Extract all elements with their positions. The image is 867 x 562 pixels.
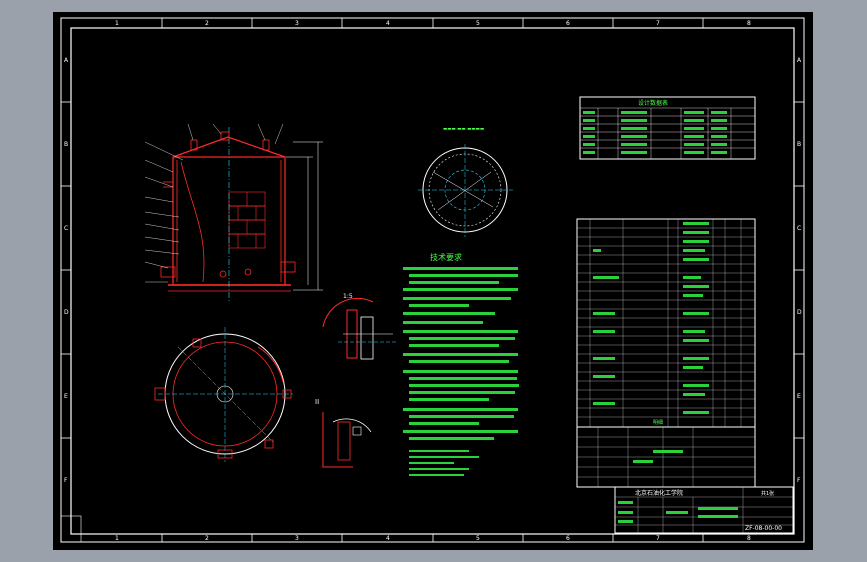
detail-flange[interactable]: 1:5 [322,293,398,360]
bom-header: 明细 [653,419,663,426]
zone-bottom-3: 3 [295,535,299,542]
section-a-title: ▬▬▬ ▬▬ ▬▬▬▬ [443,127,484,132]
zone-left-f: F [64,477,68,484]
zone-top-8: 8 [747,20,751,27]
section-a-view[interactable]: ▬▬▬ ▬▬ ▬▬▬▬ [418,127,513,237]
detail-arc [322,297,374,328]
zone-top-5: 5 [476,20,480,27]
zone-top-6: 6 [566,20,570,27]
design-table-title: 设计数据表 [638,99,668,107]
zone-bottom-7: 7 [656,535,660,542]
vessel-elevation[interactable] [144,123,323,302]
zone-bottom-4: 4 [386,535,390,542]
plan-platform [257,346,284,383]
bom-frame [576,218,756,428]
detail-ii[interactable]: II [315,398,372,468]
dimension-lines [286,141,323,291]
cad-viewport[interactable]: 1 2 3 4 5 6 7 8 1 2 3 4 5 6 7 8 A B C D … [53,12,813,550]
title-sheet: 共1张 [761,490,774,497]
zone-top-4: 4 [386,20,390,27]
drawing-canvas: 1 2 3 4 5 6 7 8 1 2 3 4 5 6 7 8 A B C D … [60,17,805,543]
top-nozzles [163,131,270,188]
zone-bottom-8: 8 [747,535,751,542]
bill-of-materials[interactable]: 明细 [576,218,756,428]
packing-layers [228,191,266,249]
base-fittings [160,261,296,278]
zone-top-7: 7 [656,20,660,27]
plan-view[interactable] [154,327,293,462]
zone-right-c: C [797,225,801,232]
zone-right-f: F [797,477,801,484]
zone-left-a: A [64,57,69,64]
zone-right-b: B [797,141,801,148]
technical-requirements: 技术要求 [403,252,519,476]
zone-bottom-1: 1 [115,535,119,542]
leader-lines [144,123,284,283]
zone-left-d: D [64,309,69,316]
zone-bottom-5: 5 [476,535,480,542]
design-data-table[interactable]: 设计数据表 [579,96,756,160]
zone-bottom-2: 2 [205,535,209,542]
zone-right-d: D [797,309,802,316]
zone-left-c: C [64,225,68,232]
bom-grid [577,219,755,427]
zone-left-e: E [64,393,68,400]
zone-top-3: 3 [295,20,299,27]
detail-ii-label: II [315,398,319,406]
zone-right-a: A [797,57,802,64]
title-block[interactable]: 北京石油化工学院 ZF-08-00-00 共1张 [576,426,794,534]
design-table-grid [580,107,755,159]
design-table-cells [583,111,727,154]
flange-plate [360,316,374,360]
zone-bottom-6: 6 [566,535,570,542]
title-company: 北京石油化工学院 [635,489,683,497]
tech-title: 技术要求 [430,252,462,262]
zone-right-e: E [797,393,801,400]
zone-top-1: 1 [115,20,119,27]
tech-text-lines [403,267,519,476]
agitator-arm [180,161,205,283]
title-drawing-no: ZF-08-00-00 [745,525,782,532]
zone-top-2: 2 [205,20,209,27]
zone-left-b: B [64,141,68,148]
